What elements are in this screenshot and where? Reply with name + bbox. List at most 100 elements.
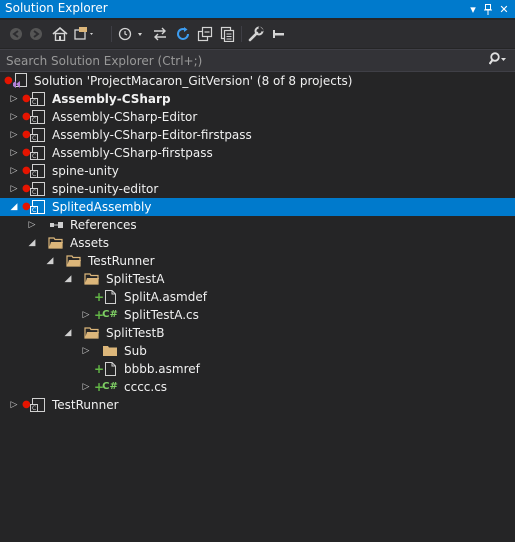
- home-icon: [52, 27, 68, 41]
- expand-arrow-icon[interactable]: ▷: [80, 378, 92, 396]
- folder-label: TestRunner: [88, 254, 155, 268]
- references-icon: [48, 217, 64, 233]
- preview-button[interactable]: [269, 24, 287, 44]
- search-input[interactable]: [0, 50, 470, 71]
- csharp-project-icon: C: [30, 127, 46, 143]
- switch-views-button[interactable]: [74, 24, 96, 44]
- project-label: Assembly-CSharp-Editor: [52, 110, 198, 124]
- collapse-arrow-icon[interactable]: ◢: [26, 234, 38, 252]
- svg-text:C: C: [32, 99, 36, 106]
- expand-arrow-icon[interactable]: ▷: [8, 126, 20, 144]
- csharp-project-icon: C: [30, 181, 46, 197]
- toolbar: [0, 20, 515, 48]
- git-added-badge: +: [94, 290, 105, 304]
- tree-row-project-selected[interactable]: ◢ ● C SplitedAssembly: [0, 198, 515, 216]
- back-arrow-icon: [10, 28, 22, 40]
- csharp-file-icon: C#: [102, 381, 118, 392]
- clock-filter-icon: [118, 27, 142, 41]
- svg-text:C: C: [32, 405, 36, 412]
- window-menu-button[interactable]: ▾: [466, 0, 480, 18]
- tree-row-folder[interactable]: ◢ Assets: [0, 234, 515, 252]
- csharp-file-icon: C#: [102, 309, 118, 320]
- tree-row-solution[interactable]: ● Solution 'ProjectMacaron_GitVersion' (…: [0, 72, 515, 90]
- git-modified-badge: ●: [22, 147, 31, 158]
- collapse-arrow-icon[interactable]: ◢: [62, 324, 74, 342]
- toolbar-separator: [111, 26, 112, 42]
- tree-row-project[interactable]: ▷ ● C spine-unity-editor: [0, 180, 515, 198]
- csharp-project-icon: C: [30, 163, 46, 179]
- collapse-arrow-icon[interactable]: ◢: [44, 252, 56, 270]
- search-bar: [0, 49, 515, 72]
- tree-row-project[interactable]: ▷ ● C Assembly-CSharp-firstpass: [0, 144, 515, 162]
- expand-arrow-icon[interactable]: ▷: [8, 396, 20, 414]
- tree-row-folder[interactable]: ◢ SplitTestB: [0, 324, 515, 342]
- tree-row-project[interactable]: ▷ ● C TestRunner: [0, 396, 515, 414]
- folder-icon: [102, 343, 118, 359]
- file-label: SplitTestA.cs: [124, 308, 199, 322]
- expand-arrow-icon[interactable]: ▷: [8, 180, 20, 198]
- expand-arrow-icon[interactable]: ▷: [8, 108, 20, 126]
- tree-row-folder[interactable]: ◢ SplitTestA: [0, 270, 515, 288]
- tree-row-project[interactable]: ▷ ● C spine-unity: [0, 162, 515, 180]
- close-button[interactable]: ✕: [497, 0, 511, 18]
- file-label: SplitA.asmdef: [124, 290, 207, 304]
- expand-arrow-icon[interactable]: ▷: [80, 306, 92, 324]
- search-options-button[interactable]: [488, 52, 507, 70]
- git-modified-badge: ●: [22, 165, 31, 176]
- tree-row-file[interactable]: ▷ + C# cccc.cs: [0, 378, 515, 396]
- tree-row-file[interactable]: + bbbb.asmref: [0, 360, 515, 378]
- pin-button[interactable]: [481, 0, 495, 18]
- home-button[interactable]: [51, 24, 69, 44]
- refresh-button[interactable]: [174, 24, 192, 44]
- tree-row-folder[interactable]: ◢ TestRunner: [0, 252, 515, 270]
- csharp-project-icon: C: [30, 91, 46, 107]
- tree-row-project[interactable]: ▷ ● C Assembly-CSharp-Editor: [0, 108, 515, 126]
- sync-button[interactable]: [151, 24, 169, 44]
- collapse-all-button[interactable]: [196, 24, 214, 44]
- tree-row-project[interactable]: ▷ ● C Assembly-CSharp-Editor-firstpass: [0, 126, 515, 144]
- tree-row-references[interactable]: ▷ References: [0, 216, 515, 234]
- git-modified-badge: ●: [22, 183, 31, 194]
- folder-label: SplitTestB: [106, 326, 165, 340]
- open-folder-icon: [48, 235, 64, 251]
- title-bar: Solution Explorer ▾ ✕: [0, 0, 515, 18]
- collapse-arrow-icon[interactable]: ◢: [62, 270, 74, 288]
- file-icon: [102, 361, 118, 377]
- show-all-files-icon: [220, 26, 235, 42]
- tree-row-file[interactable]: ▷ + C# SplitTestA.cs: [0, 306, 515, 324]
- open-folder-icon: [84, 271, 100, 287]
- expand-arrow-icon[interactable]: ▷: [8, 144, 20, 162]
- forward-button[interactable]: [28, 24, 44, 44]
- expand-arrow-icon[interactable]: ▷: [8, 90, 20, 108]
- tree-row-folder[interactable]: ▷ Sub: [0, 342, 515, 360]
- folder-label: Sub: [124, 344, 147, 358]
- show-all-files-button[interactable]: [218, 24, 236, 44]
- collapse-arrow-icon[interactable]: ◢: [8, 198, 20, 216]
- expand-arrow-icon[interactable]: ▷: [8, 162, 20, 180]
- git-modified-badge: ●: [22, 111, 31, 122]
- switch-views-icon: [74, 27, 93, 40]
- properties-button[interactable]: [247, 24, 265, 44]
- svg-text:C: C: [32, 135, 36, 142]
- project-label: spine-unity: [52, 164, 119, 178]
- sync-arrows-icon: [154, 27, 166, 41]
- svg-text:C: C: [32, 207, 36, 214]
- project-label: Assembly-CSharp: [52, 92, 171, 106]
- csharp-project-icon: C: [30, 199, 46, 215]
- git-added-badge: +: [94, 308, 105, 322]
- pending-changes-filter-button[interactable]: [118, 24, 146, 44]
- expand-arrow-icon[interactable]: ▷: [80, 342, 92, 360]
- expand-arrow-icon[interactable]: ▷: [26, 216, 38, 234]
- tree-row-file[interactable]: + SplitA.asmdef: [0, 288, 515, 306]
- references-label: References: [70, 218, 137, 232]
- open-folder-icon: [66, 253, 82, 269]
- back-button[interactable]: [8, 24, 24, 44]
- collapse-all-icon: [197, 26, 213, 42]
- tree-row-project[interactable]: ▷ ● C Assembly-CSharp: [0, 90, 515, 108]
- solution-label: Solution 'ProjectMacaron_GitVersion' (8 …: [34, 74, 353, 88]
- svg-text:C: C: [32, 117, 36, 124]
- window-title: Solution Explorer: [5, 1, 108, 15]
- git-modified-badge: ●: [4, 75, 13, 86]
- svg-text:C: C: [32, 171, 36, 178]
- solution-icon: [12, 73, 28, 89]
